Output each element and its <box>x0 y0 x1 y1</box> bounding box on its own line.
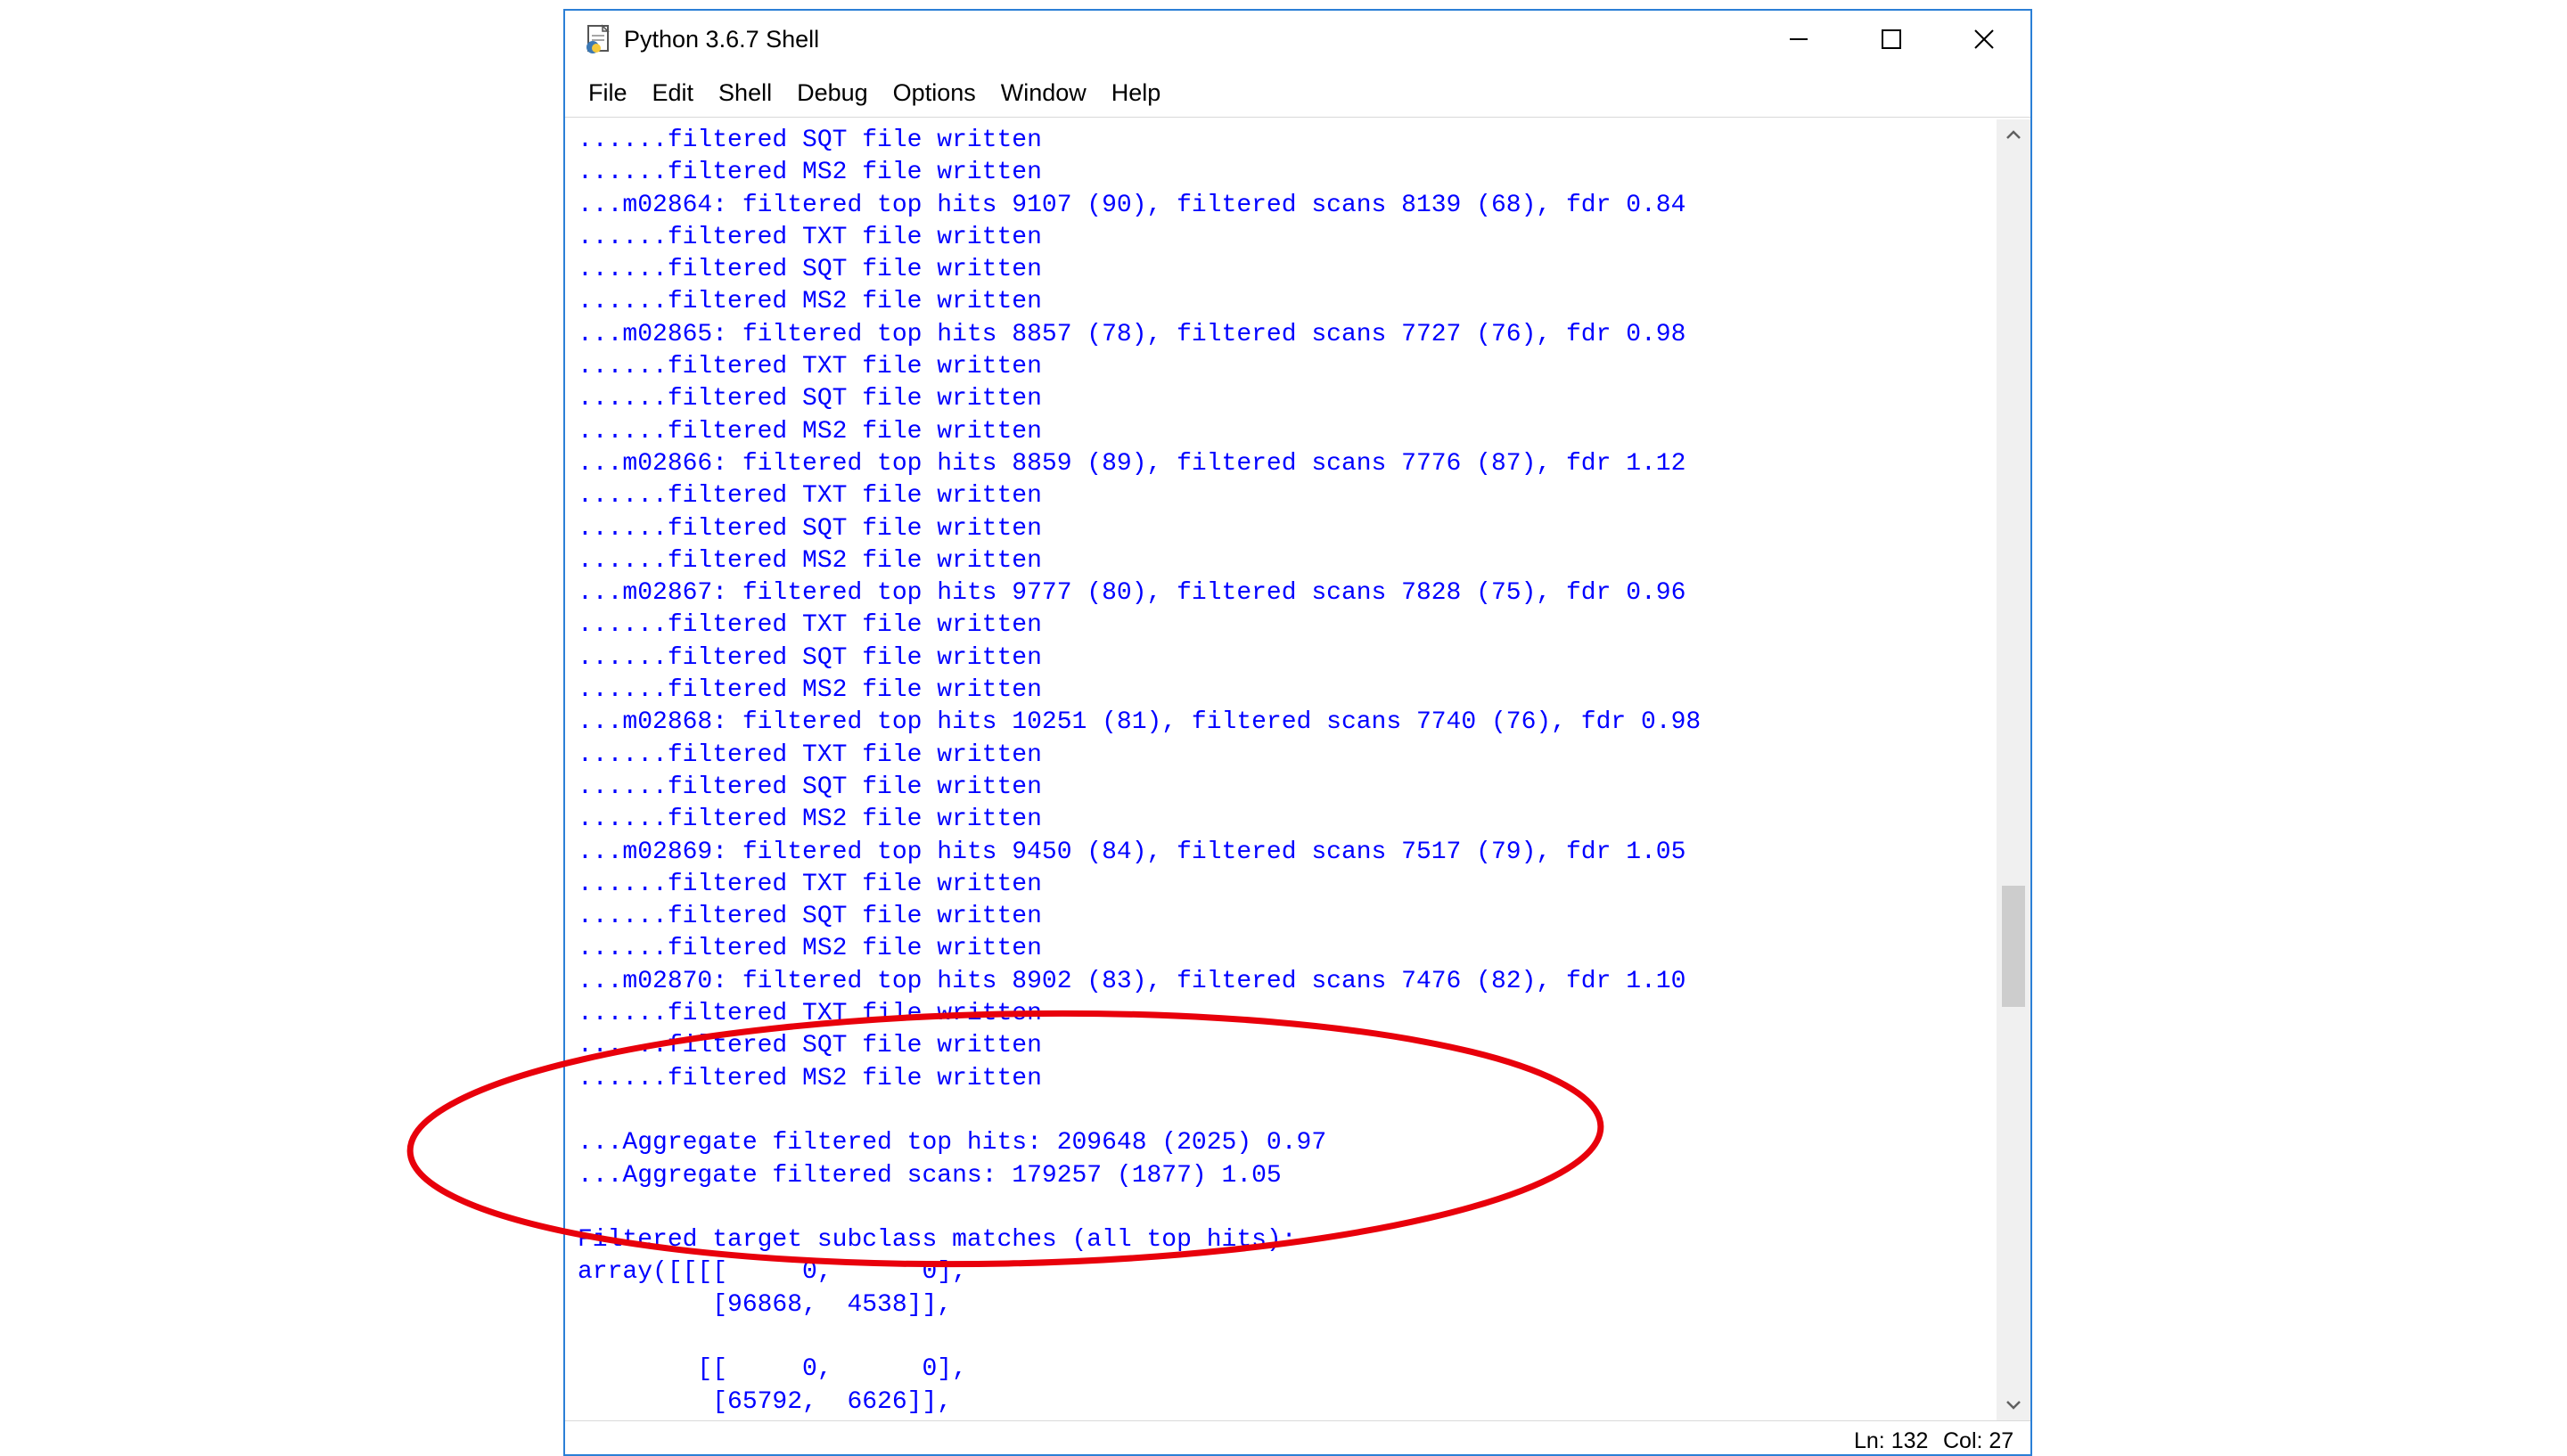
menu-debug[interactable]: Debug <box>784 68 881 118</box>
menu-options[interactable]: Options <box>881 68 988 118</box>
scroll-up-button[interactable] <box>1997 119 2030 150</box>
status-column-number: Col: 27 <box>1943 1428 2014 1453</box>
close-button[interactable] <box>1938 11 2030 68</box>
menu-edit[interactable]: Edit <box>640 68 707 118</box>
shell-output-line <box>578 1095 1701 1127</box>
shell-output-line: ......filtered SQT file written <box>578 256 1042 284</box>
shell-output-line: ......filtered SQT file written <box>578 903 1042 931</box>
python-shell-window: Python 3.6.7 Shell File Edit Shell Debug… <box>563 9 2032 1456</box>
shell-output-line: ......filtered TXT file written <box>578 223 1042 251</box>
chevron-up-icon <box>2006 130 2021 139</box>
shell-output-line: ......filtered MS2 file written <box>578 935 1042 963</box>
status-bar: Ln: 132 Col: 27 <box>565 1420 2030 1454</box>
shell-output-line: [65792, 6626]], <box>578 1387 953 1416</box>
shell-output-line <box>578 1321 1701 1354</box>
shell-output-line: ...Aggregate filtered top hits: 209648 (… <box>578 1129 1327 1157</box>
shell-output-line: ......filtered TXT file written <box>578 353 1042 381</box>
shell-output-line: ......filtered SQT file written <box>578 385 1042 413</box>
shell-output-line: ......filtered MS2 file written <box>578 417 1042 446</box>
menu-window[interactable]: Window <box>988 68 1099 118</box>
python-idle-icon <box>583 23 615 55</box>
shell-output-line: ......filtered TXT file written <box>578 870 1042 898</box>
title-bar[interactable]: Python 3.6.7 Shell <box>565 11 2030 68</box>
shell-output-line: ...m02866: filtered top hits 8859 (89), … <box>578 449 1686 478</box>
shell-output-line: ......filtered SQT file written <box>578 127 1042 154</box>
shell-output-line: ......filtered TXT file written <box>578 1000 1042 1028</box>
shell-output-line <box>578 1192 1701 1224</box>
shell-output-line: ...m02867: filtered top hits 9777 (80), … <box>578 579 1686 608</box>
menu-shell[interactable]: Shell <box>706 68 784 118</box>
shell-output-line: ......filtered MS2 file written <box>578 806 1042 834</box>
shell-output-line: ......filtered MS2 file written <box>578 159 1042 187</box>
shell-output-line: ......filtered TXT file written <box>578 482 1042 511</box>
shell-output-line: ......filtered MS2 file written <box>578 676 1042 705</box>
shell-output-line: Filtered target subclass matches (all to… <box>578 1226 1297 1255</box>
shell-output-line: ......filtered SQT file written <box>578 514 1042 543</box>
shell-output-line: ......filtered MS2 file written <box>578 546 1042 575</box>
shell-output-line: ......filtered MS2 file written <box>578 1064 1042 1092</box>
shell-output-line: ...Aggregate filtered scans: 179257 (187… <box>578 1161 1282 1190</box>
shell-output-line: [96868, 4538]], <box>578 1290 953 1319</box>
shell-output-line: ......filtered MS2 file written <box>578 288 1042 316</box>
minimize-icon <box>1790 38 1808 40</box>
shell-output-line: ...m02869: filtered top hits 9450 (84), … <box>578 838 1686 866</box>
shell-output-line: ...m02868: filtered top hits 10251 (81),… <box>578 708 1702 737</box>
close-icon <box>1974 29 1994 49</box>
chevron-down-icon <box>2006 1401 2021 1410</box>
shell-output-text[interactable]: ......filtered SQT file written ......fil… <box>578 125 1701 1419</box>
window-title: Python 3.6.7 Shell <box>624 26 820 53</box>
scrollbar-thumb[interactable] <box>2002 886 2025 1007</box>
menu-file[interactable]: File <box>578 68 640 118</box>
shell-output-line: [[ 0, 0], <box>578 1355 967 1384</box>
shell-output-line: ......filtered TXT file written <box>578 740 1042 769</box>
shell-output-line: array([[[[ 0, 0], <box>578 1258 967 1287</box>
minimize-button[interactable] <box>1752 11 1845 68</box>
shell-output-line: ...m02864: filtered top hits 9107 (90), … <box>578 191 1686 219</box>
shell-output-line: ......filtered SQT file written <box>578 643 1042 672</box>
maximize-icon <box>1882 29 1901 49</box>
maximize-button[interactable] <box>1845 11 1938 68</box>
shell-output-line: ...m02870: filtered top hits 8902 (83), … <box>578 967 1686 995</box>
shell-output-line: ......filtered TXT file written <box>578 611 1042 640</box>
shell-output-line: ...m02865: filtered top hits 8857 (78), … <box>578 320 1686 348</box>
menu-bar: File Edit Shell Debug Options Window Hel… <box>565 68 2030 118</box>
vertical-scrollbar[interactable] <box>1997 119 2030 1420</box>
scroll-down-button[interactable] <box>1997 1390 2030 1420</box>
shell-output-area[interactable]: ......filtered SQT file written ......fil… <box>565 119 1998 1420</box>
status-line-number: Ln: 132 <box>1854 1428 1929 1453</box>
menu-help[interactable]: Help <box>1099 68 1174 118</box>
shell-output-line: ......filtered SQT file written <box>578 1032 1042 1060</box>
shell-output-line: ......filtered SQT file written <box>578 773 1042 801</box>
